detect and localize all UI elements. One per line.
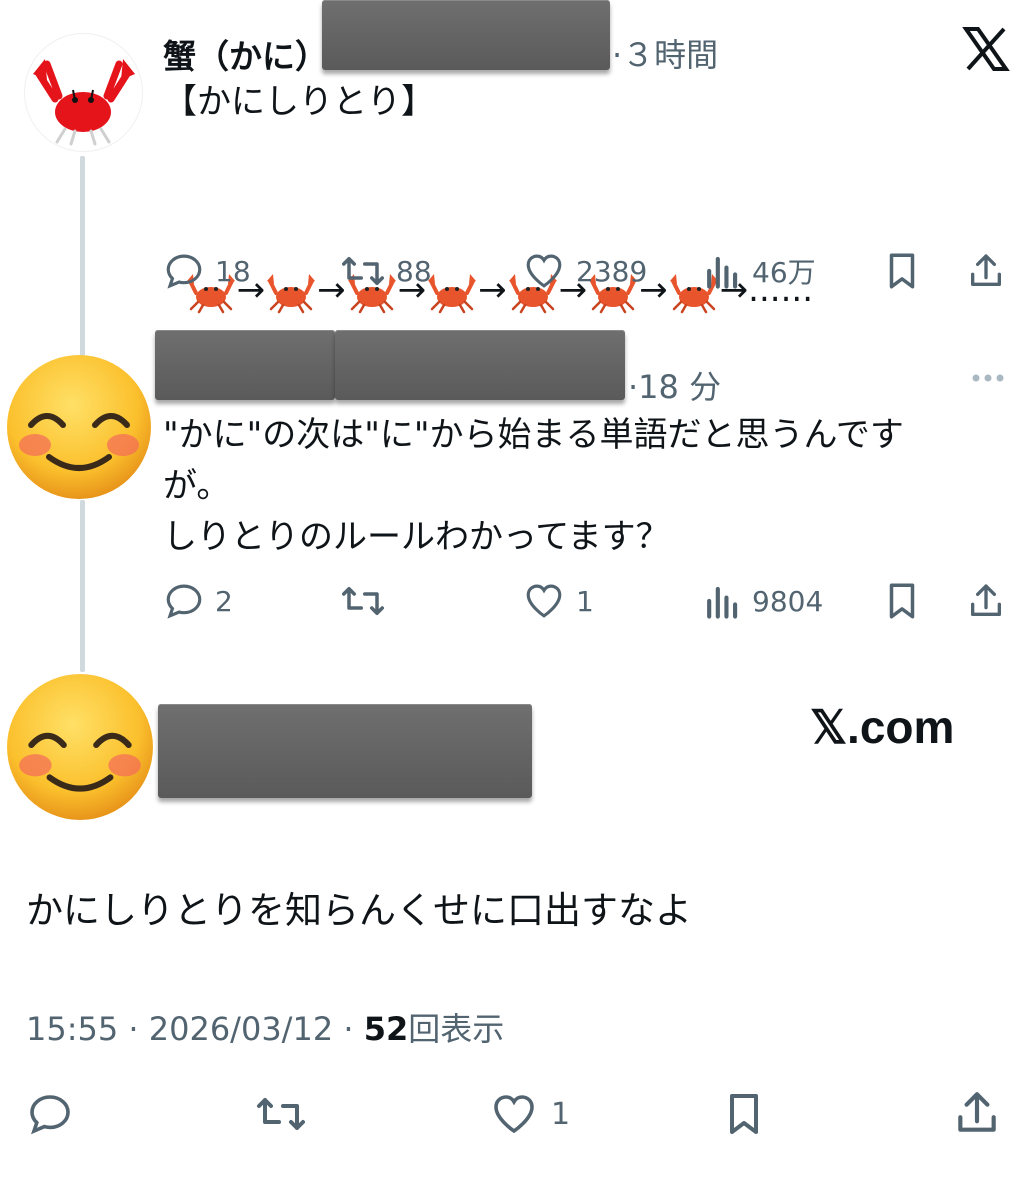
more-icon[interactable] <box>968 366 1008 390</box>
like-count: 1 <box>551 1096 571 1132</box>
reply-icon <box>166 254 202 289</box>
reply-count: 18 <box>215 254 251 288</box>
tweet-timestamp[interactable]: 15:55 · 2026/03/12 · <box>26 1010 364 1048</box>
tweet-time[interactable]: ·18 分 <box>628 362 721 408</box>
tweet-time[interactable]: ·３時間 <box>612 30 718 76</box>
bookmark-button[interactable] <box>722 1090 766 1138</box>
like-button[interactable]: 1 <box>487 1090 570 1138</box>
view-count: 46万 <box>752 256 816 289</box>
reply-count: 2 <box>215 584 233 618</box>
avatar[interactable] <box>5 672 155 822</box>
like-button[interactable]: 2389 <box>522 250 647 292</box>
redacted-name-handle <box>158 704 532 798</box>
retweet-icon <box>257 1098 305 1130</box>
share-icon <box>958 1092 996 1132</box>
thread-line <box>80 156 85 356</box>
bookmark-button[interactable] <box>884 580 920 622</box>
like-button[interactable]: 1 <box>522 580 594 622</box>
thread-line <box>80 500 85 672</box>
share-button[interactable] <box>966 580 1006 622</box>
like-icon <box>526 584 562 618</box>
smiling-face-icon <box>7 674 153 820</box>
share-icon <box>971 584 1001 616</box>
views-button[interactable]: 46万 <box>704 250 816 292</box>
retweet-button[interactable]: 88 <box>340 250 432 292</box>
retweet-button[interactable] <box>253 1090 309 1138</box>
retweet-icon <box>342 587 384 615</box>
bookmark-button[interactable] <box>884 250 920 292</box>
tweet-text: かにしりとりを知らんくせに口出すなよ <box>26 889 692 932</box>
like-count: 1 <box>576 584 594 618</box>
redacted-name <box>155 330 335 400</box>
bookmark-icon <box>889 253 915 289</box>
tweet-text-line1: 【かにしりとり】 <box>163 82 435 122</box>
avatar[interactable] <box>24 33 143 152</box>
like-count: 2389 <box>576 254 648 288</box>
views-icon <box>707 586 738 619</box>
reply-button[interactable]: 2 <box>163 580 233 622</box>
xcom-watermark: 𝕏.com <box>810 701 955 753</box>
view-count: 9804 <box>752 584 824 618</box>
like-icon <box>526 254 562 288</box>
bookmark-icon <box>730 1094 758 1134</box>
tweet-meta: 15:55 · 2026/03/12 · 52回表示 <box>26 1004 504 1050</box>
share-button[interactable] <box>952 1088 1002 1138</box>
crab-emoji-icon <box>267 273 316 313</box>
avatar[interactable] <box>5 353 153 501</box>
reply-button[interactable]: 18 <box>163 250 251 292</box>
retweet-button[interactable] <box>340 580 386 622</box>
reply-icon <box>166 584 202 619</box>
x-logo-icon[interactable] <box>962 25 1010 73</box>
crab-avatar-icon <box>33 59 135 146</box>
tweet-text: "かに"の次は"に"から始まる単語だと思うんです が。 しりとりのルールわかって… <box>163 415 904 557</box>
reply-icon <box>30 1095 70 1135</box>
retweet-icon <box>342 257 384 285</box>
retweet-count: 88 <box>396 254 432 288</box>
display-name[interactable]: 蟹（かに） <box>163 30 328 78</box>
views-icon <box>707 256 738 289</box>
bookmark-icon <box>889 583 915 619</box>
redacted-handle <box>322 0 610 70</box>
view-label: 回表示 <box>408 1010 505 1048</box>
views-button[interactable]: 9804 <box>704 580 823 622</box>
view-count: 52 <box>363 1010 409 1048</box>
redacted-handle <box>335 330 625 400</box>
share-button[interactable] <box>966 250 1006 292</box>
tweet-text-line2: 🦀→🦀→🦀→🦀→🦀→🦀→🦀→...... →→→→→→→...... <box>163 178 813 315</box>
share-icon <box>971 254 1001 286</box>
reply-button[interactable] <box>24 1090 76 1138</box>
like-icon <box>494 1095 534 1134</box>
crab-emoji-icon <box>428 273 477 313</box>
crab-chain-char: → <box>478 270 507 310</box>
smiling-face-icon <box>7 355 151 499</box>
